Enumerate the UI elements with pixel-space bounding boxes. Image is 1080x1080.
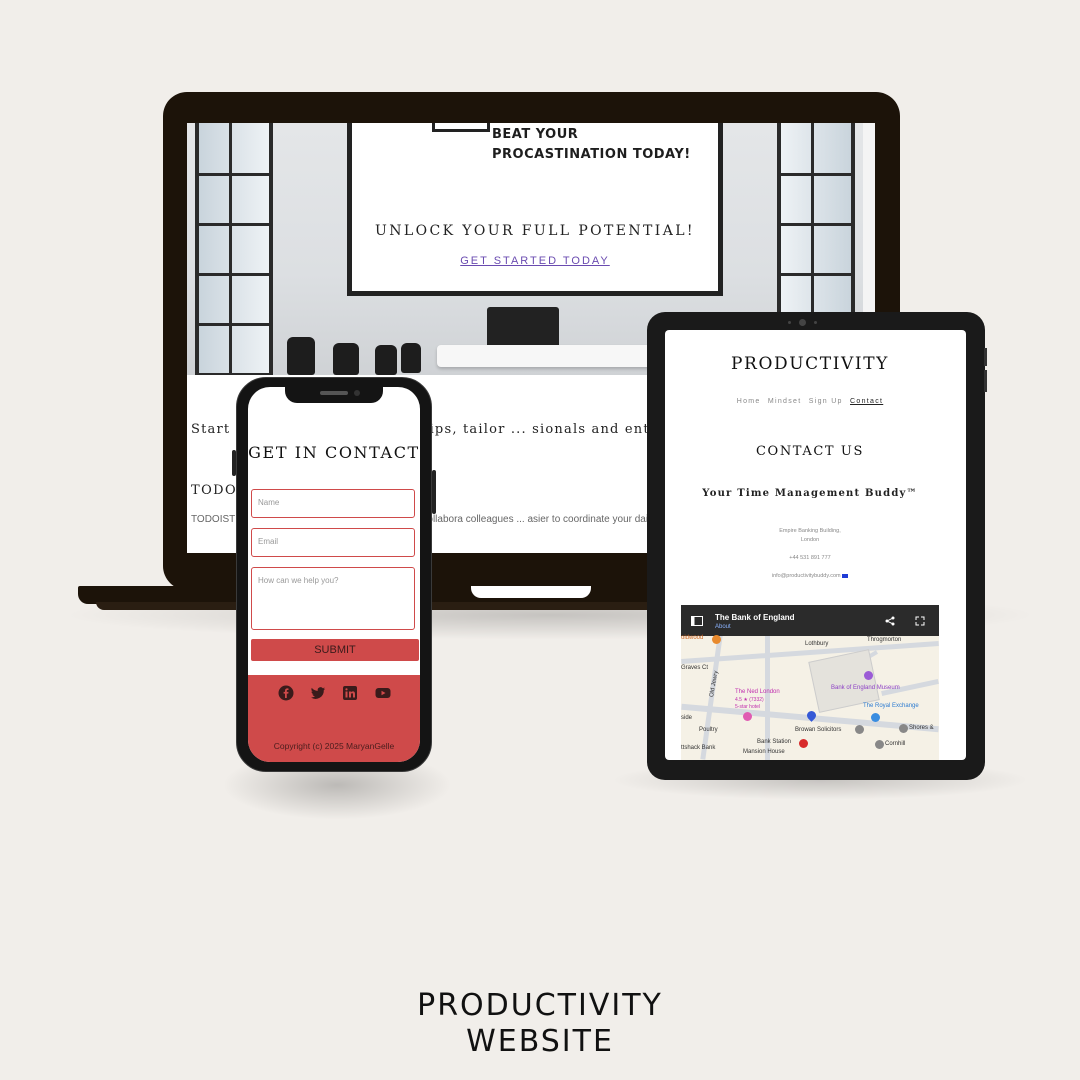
map-label: Bank Station bbox=[757, 739, 792, 745]
station-icon bbox=[799, 739, 808, 748]
address-line-1: Empire Banking Building, bbox=[779, 528, 841, 534]
message-field[interactable]: How can we help you? bbox=[251, 567, 415, 630]
email-field[interactable]: Email bbox=[251, 528, 415, 557]
map-place-title: The Bank of England bbox=[715, 613, 795, 622]
chair bbox=[333, 343, 359, 375]
phone-speaker bbox=[320, 391, 348, 395]
map-about-link[interactable]: About bbox=[715, 624, 731, 630]
map-label: oldwood bbox=[681, 635, 704, 641]
window-left-image bbox=[195, 123, 273, 375]
phone-footer: Copyright (c) 2025 MaryanGelle bbox=[248, 675, 420, 762]
caption-line-2: WEBSITE bbox=[466, 1024, 614, 1059]
facebook-icon[interactable] bbox=[278, 685, 294, 701]
map-label: Throgmorton bbox=[867, 637, 902, 643]
nav-mindset[interactable]: Mindset bbox=[768, 398, 802, 405]
tablet-camera bbox=[799, 319, 806, 326]
caption-line-1: PRODUCTIVITY bbox=[417, 988, 663, 1023]
laptop-trackpad-notch bbox=[471, 586, 591, 598]
email-line: info@productivitybuddy.com bbox=[665, 572, 955, 581]
board-logo-mark bbox=[432, 123, 490, 132]
map-header: The Bank of England About bbox=[681, 605, 939, 636]
email-address[interactable]: info@productivitybuddy.com bbox=[772, 573, 841, 579]
map-label: Old Jewry bbox=[709, 670, 720, 698]
contact-heading: CONTACT US bbox=[756, 444, 864, 459]
twitter-icon[interactable] bbox=[310, 685, 326, 701]
copyright-text: Copyright (c) 2025 MaryanGelle bbox=[273, 741, 395, 751]
mail-icon bbox=[842, 573, 849, 578]
phone-power-button bbox=[432, 470, 436, 514]
map-label: The Ned London bbox=[735, 689, 780, 695]
museum-pin bbox=[864, 671, 873, 680]
embedded-map[interactable]: The Bank of England About oldwood Lothbu… bbox=[681, 605, 939, 760]
map-pin bbox=[855, 725, 864, 734]
board-text: BEAT YOUR PROCASTINATION TODAY! bbox=[492, 127, 691, 162]
phone-number: +44 531 891 777 bbox=[789, 555, 831, 561]
map-label: Graves Ct bbox=[681, 665, 709, 671]
phone-screen: GET IN CONTACT Name Email How can we hel… bbox=[248, 387, 420, 762]
tablet-side-button bbox=[984, 348, 987, 366]
chair bbox=[401, 343, 421, 373]
map-label: side bbox=[681, 715, 693, 721]
map-label: ttshack Bank bbox=[681, 745, 716, 751]
fullscreen-icon[interactable] bbox=[915, 616, 925, 626]
sidebar-icon[interactable] bbox=[691, 616, 703, 626]
name-field[interactable]: Name bbox=[251, 489, 415, 518]
contact-form-title: GET IN CONTACT bbox=[248, 443, 420, 462]
site-nav: Home Mindset Sign Up Contact bbox=[665, 398, 955, 405]
share-icon[interactable] bbox=[885, 616, 895, 626]
map-label: Shores & bbox=[909, 725, 934, 731]
phone-camera bbox=[354, 390, 360, 396]
map-label: Cornhill bbox=[885, 741, 906, 747]
site-brand: PRODUCTIVITY bbox=[731, 354, 889, 374]
map-label: Mansion House bbox=[743, 749, 785, 755]
nav-contact[interactable]: Contact bbox=[850, 398, 883, 405]
chair bbox=[287, 337, 315, 375]
phone-volume-button bbox=[232, 450, 236, 476]
nav-sign-up[interactable]: Sign Up bbox=[809, 398, 843, 405]
map-label: Browan Solicitors bbox=[795, 727, 842, 733]
map-label: The Royal Exchange bbox=[863, 703, 919, 709]
map-pin bbox=[899, 724, 908, 733]
chair bbox=[375, 345, 397, 375]
hero-board: BEAT YOUR PROCASTINATION TODAY! UNLOCK Y… bbox=[347, 123, 723, 296]
map-label: Bank of England Museum bbox=[831, 685, 900, 691]
nav-home[interactable]: Home bbox=[737, 398, 761, 405]
map-label: 5-star hotel bbox=[735, 704, 761, 710]
showcase-caption: PRODUCTIVITY WEBSITE bbox=[0, 988, 1080, 1060]
map-label: Poultry bbox=[699, 727, 718, 733]
linkedin-icon[interactable] bbox=[342, 685, 358, 701]
get-started-link[interactable]: GET STARTED TODAY bbox=[352, 255, 718, 267]
hero-headline: UNLOCK YOUR FULL POTENTIAL! bbox=[375, 223, 695, 239]
tablet-screen: PRODUCTIVITY Home Mindset Sign Up Contac… bbox=[665, 330, 966, 760]
tablet-side-button bbox=[984, 370, 987, 392]
map-label: Lothbury bbox=[805, 641, 829, 647]
map-label: 4.5 ★ (7332) bbox=[735, 697, 764, 703]
exchange-pin bbox=[871, 713, 880, 722]
map-pin bbox=[712, 635, 721, 644]
map-pin bbox=[875, 740, 884, 749]
youtube-icon[interactable] bbox=[375, 685, 391, 701]
hotel-pin bbox=[743, 712, 752, 721]
address-line-2: London bbox=[800, 537, 820, 543]
submit-button[interactable]: SUBMIT bbox=[251, 639, 419, 661]
conference-table bbox=[437, 345, 677, 367]
tagline: Your Time Management Buddy™ bbox=[702, 488, 918, 499]
